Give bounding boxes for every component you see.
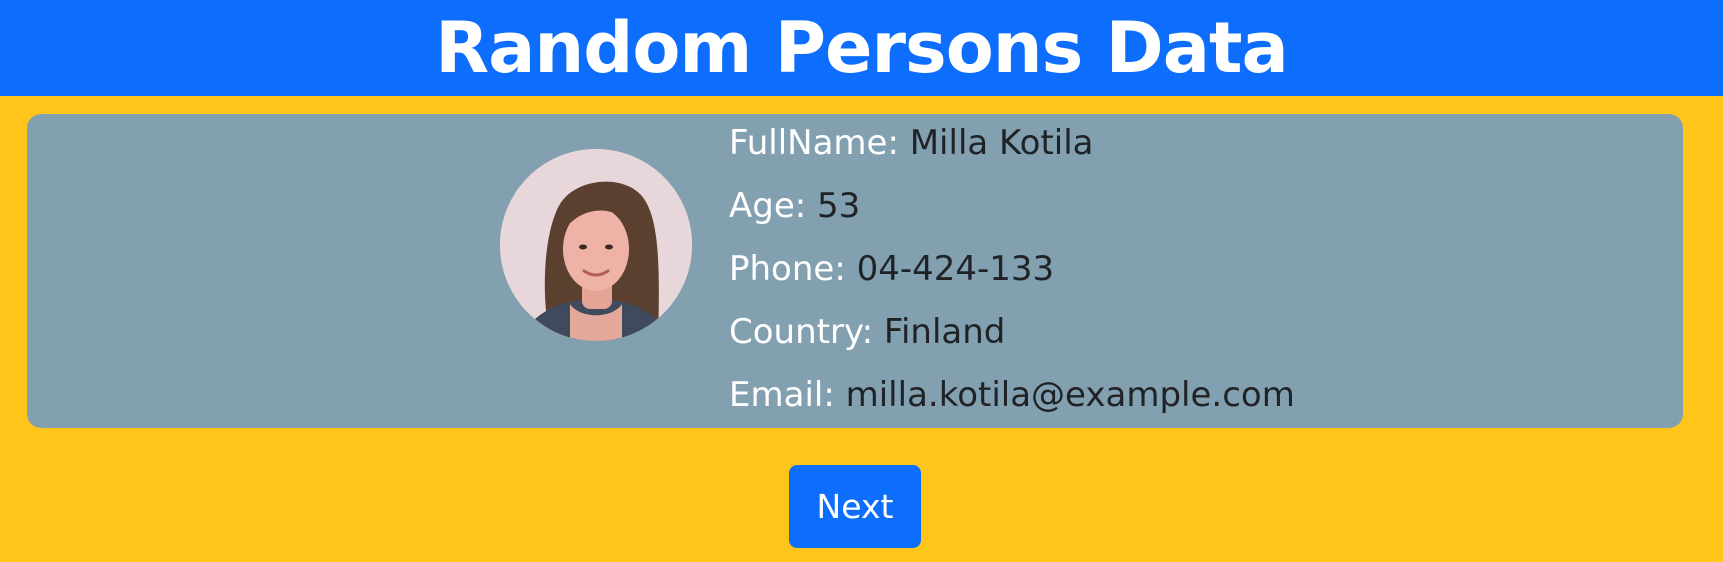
full-name-row: FullName: Milla Kotila bbox=[729, 123, 1094, 163]
full-name-value: Milla Kotila bbox=[909, 123, 1094, 163]
phone-row: Phone: 04-424-133 bbox=[729, 249, 1054, 289]
email-value: milla.kotila@example.com bbox=[845, 375, 1295, 415]
age-value: 53 bbox=[817, 186, 861, 226]
next-button[interactable]: Next bbox=[789, 465, 921, 548]
email-label: Email: bbox=[729, 375, 835, 415]
avatar bbox=[500, 149, 692, 341]
age-row: Age: 53 bbox=[729, 186, 860, 226]
full-name-label: FullName: bbox=[729, 123, 899, 163]
age-label: Age: bbox=[729, 186, 807, 226]
phone-label: Phone: bbox=[729, 249, 846, 289]
email-row: Email: milla.kotila@example.com bbox=[729, 375, 1295, 415]
page-title: Random Persons Data bbox=[435, 7, 1288, 89]
country-value: Finland bbox=[883, 312, 1006, 352]
page-header: Random Persons Data bbox=[0, 0, 1723, 96]
person-photo bbox=[500, 149, 692, 341]
phone-value: 04-424-133 bbox=[856, 249, 1055, 289]
country-row: Country: Finland bbox=[729, 312, 1005, 352]
person-card: FullName: Milla Kotila Age: 53 Phone: 04… bbox=[27, 114, 1683, 428]
country-label: Country: bbox=[729, 312, 874, 352]
